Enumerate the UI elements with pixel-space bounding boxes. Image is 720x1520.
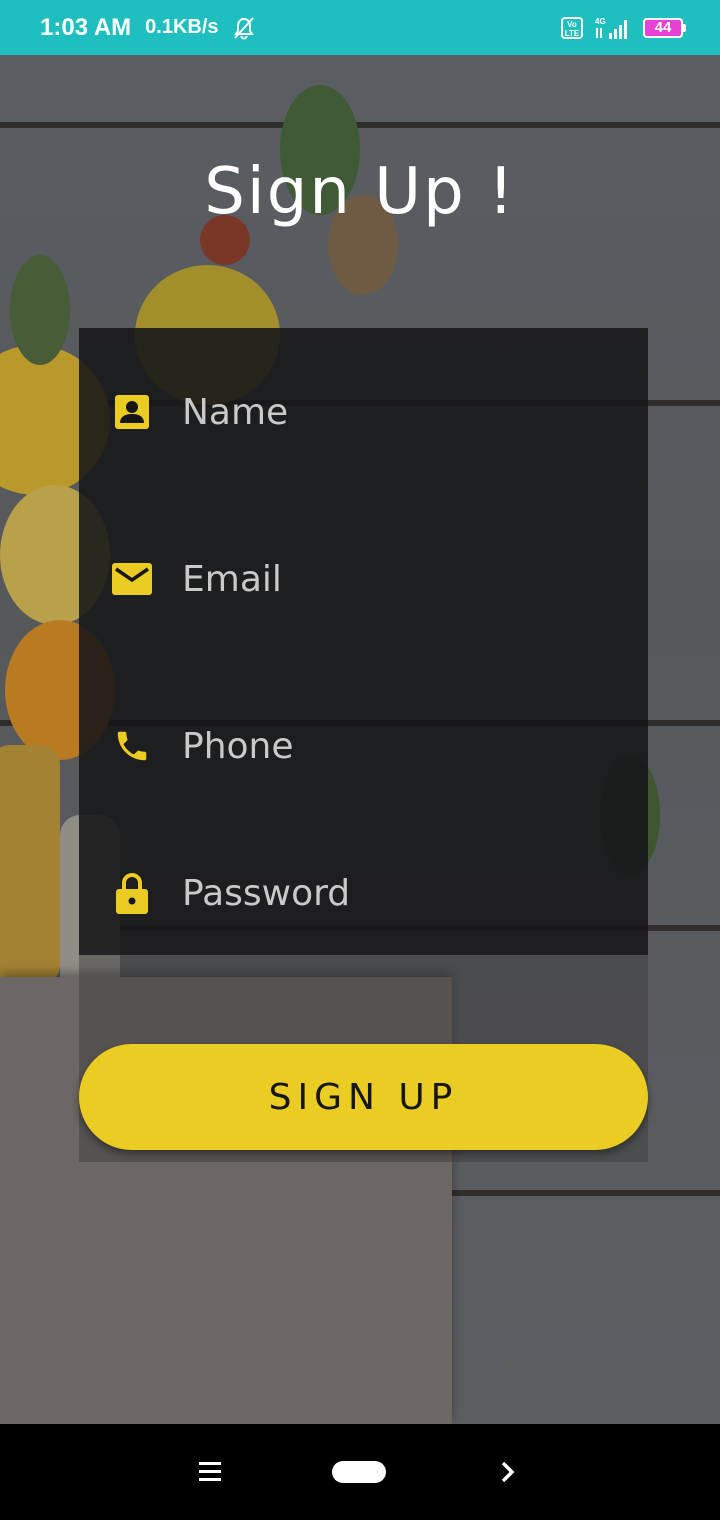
email-input[interactable]	[182, 549, 622, 609]
mail-icon	[112, 559, 152, 599]
phone-field-row	[79, 711, 648, 781]
signup-button[interactable]: SIGN UP	[79, 1044, 648, 1150]
home-pill-icon[interactable]	[332, 1461, 386, 1483]
signup-form	[79, 328, 648, 955]
name-field-row	[79, 377, 648, 447]
lock-icon	[112, 873, 152, 914]
notifications-off-icon	[233, 16, 254, 39]
phone-input[interactable]	[182, 716, 622, 776]
status-bar: 1:03 AM 0.1KB/s Vo LTE 4G 44	[0, 0, 720, 55]
page-title: Sign Up !	[204, 155, 516, 229]
phone-icon	[112, 726, 152, 766]
navigation-bar	[0, 1424, 720, 1520]
status-network-speed: 0.1KB/s	[145, 16, 219, 38]
signal-icon: 4G	[595, 17, 627, 39]
chevron-right-icon[interactable]	[496, 1460, 520, 1484]
password-field-row	[79, 858, 648, 928]
svg-text:4G: 4G	[595, 17, 606, 26]
email-field-row	[79, 544, 648, 614]
status-time: 1:03 AM	[40, 13, 132, 41]
menu-icon[interactable]	[199, 1462, 221, 1482]
volte-icon: Vo LTE	[561, 16, 583, 39]
name-input[interactable]	[182, 382, 622, 442]
battery-level: 44	[643, 17, 683, 38]
password-input[interactable]	[182, 863, 622, 923]
person-icon	[112, 392, 152, 432]
battery-icon: 44	[643, 17, 686, 38]
